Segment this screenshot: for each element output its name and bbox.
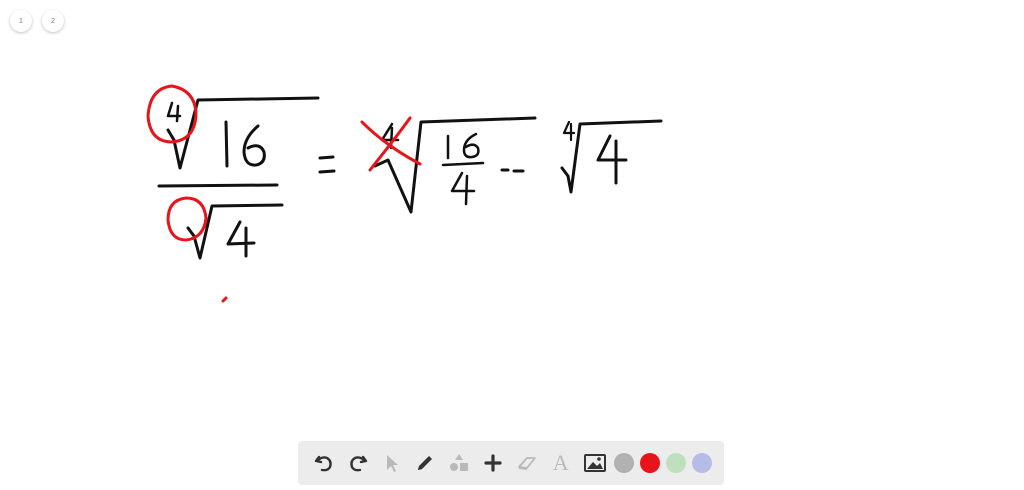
- pen-icon: [418, 456, 433, 470]
- whiteboard-canvas[interactable]: [0, 0, 1024, 490]
- equals-sign-2: [500, 168, 525, 173]
- shapes-icon: [450, 454, 469, 471]
- digit-4-bottom: [226, 220, 256, 258]
- fraction-bar-left: [157, 183, 279, 188]
- shapes-tool[interactable]: [445, 449, 473, 477]
- pen-tool[interactable]: [411, 449, 439, 477]
- image-icon: [583, 454, 606, 472]
- radical-sign-right: [560, 119, 663, 194]
- eraser-tool[interactable]: [513, 449, 541, 477]
- fraction-bar-middle: [441, 161, 485, 167]
- image-tool[interactable]: [581, 449, 609, 477]
- select-pointer-icon: [386, 455, 398, 472]
- drawing-toolbar: A: [298, 441, 724, 485]
- circle-annotation-bottom: [166, 196, 208, 242]
- index-4-right: [562, 120, 576, 142]
- digit-1-top: [224, 120, 229, 168]
- color-swatch-gray[interactable]: [614, 453, 635, 473]
- eraser-icon: [518, 457, 536, 470]
- undo-icon: [314, 455, 332, 472]
- color-swatch-green[interactable]: [666, 453, 687, 473]
- red-ink-strokes: [146, 84, 422, 303]
- color-swatch-red[interactable]: [640, 453, 661, 473]
- index-4-top: [166, 101, 182, 123]
- digit-4-right: [596, 134, 628, 185]
- plus-icon: [484, 454, 502, 472]
- digit-6-middle: [462, 132, 480, 159]
- text-tool[interactable]: A: [547, 449, 575, 477]
- black-ink-strokes: [157, 96, 663, 260]
- add-button[interactable]: [479, 449, 507, 477]
- circle-annotation-top: [146, 84, 198, 144]
- red-dot: [221, 296, 228, 303]
- digit-4-middle: [450, 171, 476, 206]
- select-tool[interactable]: [378, 449, 406, 477]
- redo-icon: [349, 455, 367, 472]
- redo-button[interactable]: [344, 449, 372, 477]
- color-swatch-blue[interactable]: [691, 453, 712, 473]
- equals-sign-1: [318, 155, 336, 174]
- undo-button[interactable]: [310, 449, 338, 477]
- text-icon: A: [552, 450, 569, 475]
- digit-6-top: [242, 124, 266, 167]
